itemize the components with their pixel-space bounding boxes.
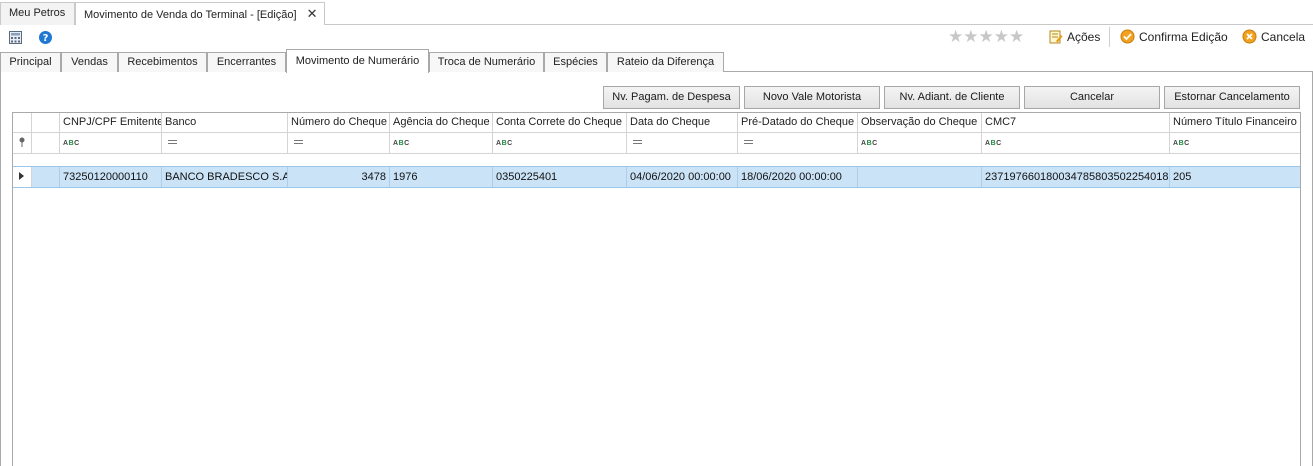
filter-conta[interactable]: ABC: [493, 133, 627, 153]
abc-icon: ABC: [861, 140, 878, 147]
abc-icon: ABC: [1173, 140, 1190, 147]
filter-cnpj[interactable]: ABC: [60, 133, 162, 153]
filter-pin-icon: [13, 133, 32, 153]
calculator-icon[interactable]: [8, 30, 23, 45]
abc-icon: ABC: [63, 140, 80, 147]
equals-icon: [168, 140, 177, 144]
abc-icon: ABC: [985, 140, 1002, 147]
acoes-button[interactable]: Ações: [1048, 29, 1100, 47]
column-header-banco[interactable]: Banco: [162, 113, 288, 132]
acoes-label: Ações: [1067, 30, 1101, 44]
nv-adiant-cliente-button[interactable]: Nv. Adiant. de Cliente: [884, 86, 1020, 109]
filter-spacer: [32, 133, 60, 153]
novo-vale-motorista-button[interactable]: Novo Vale Motorista: [744, 86, 880, 109]
row-spacer-cell: [32, 167, 60, 187]
equals-icon: [633, 140, 642, 144]
tab-movimento-de-numerario[interactable]: Movimento de Numerário: [286, 49, 429, 73]
grid-filter-row: ABC ABC ABC ABC ABC ABC: [13, 133, 1300, 154]
cell-cnpj[interactable]: 73250120000110: [60, 167, 162, 187]
toolbar-separator: [1109, 27, 1110, 47]
abc-icon: ABC: [393, 140, 410, 147]
column-header-cnpj[interactable]: CNPJ/CPF Emitente: [60, 113, 162, 132]
grid-header-row: CNPJ/CPF Emitente Banco Número do Cheque…: [13, 113, 1300, 133]
doc-tab-movimento-venda[interactable]: Movimento de Venda do Terminal - [Edição…: [75, 2, 325, 26]
cancela-button[interactable]: Cancela: [1242, 29, 1305, 47]
tab-especies[interactable]: Espécies: [544, 52, 607, 72]
filter-titulo[interactable]: ABC: [1170, 133, 1300, 153]
equals-icon: [294, 140, 303, 144]
cell-observacao[interactable]: [858, 167, 982, 187]
cancelar-button[interactable]: Cancelar: [1024, 86, 1160, 109]
equals-icon: [744, 140, 753, 144]
close-icon[interactable]: ✕: [307, 3, 318, 24]
help-icon[interactable]: ?: [38, 30, 53, 45]
cell-agencia[interactable]: 1976: [390, 167, 493, 187]
tab-principal[interactable]: Principal: [0, 52, 61, 72]
cell-banco[interactable]: BANCO BRADESCO S.A.: [162, 167, 288, 187]
table-row[interactable]: 73250120000110 BANCO BRADESCO S.A. 3478 …: [13, 166, 1300, 188]
spacer-header: [32, 113, 60, 132]
document-tab-bar: Meu Petros Movimento de Venda do Termina…: [0, 0, 1313, 26]
cheque-grid: CNPJ/CPF Emitente Banco Número do Cheque…: [12, 112, 1301, 466]
doc-tab-label: Meu Petros: [9, 7, 66, 19]
column-header-cmc7[interactable]: CMC7: [982, 113, 1170, 132]
tab-troca-de-numerario[interactable]: Troca de Numerário: [429, 52, 544, 72]
column-header-titulo[interactable]: Número Título Financeiro: [1170, 113, 1300, 132]
tab-rateio-da-diferenca[interactable]: Rateio da Diferença: [607, 52, 724, 72]
tab-encerrantes[interactable]: Encerrantes: [207, 52, 286, 72]
indicator-header: [13, 113, 32, 132]
confirma-edicao-button[interactable]: Confirma Edição: [1120, 29, 1228, 47]
nv-pagam-despesa-button[interactable]: Nv. Pagam. de Despesa: [603, 86, 740, 109]
toolbar: ? ★★★★★ Ações Confirma Edição Cancela: [0, 25, 1313, 50]
column-header-pre-datado[interactable]: Pré-Datado do Cheque: [738, 113, 858, 132]
filter-agencia[interactable]: ABC: [390, 133, 493, 153]
cell-titulo[interactable]: 205: [1170, 167, 1300, 187]
column-header-observacao[interactable]: Observação do Cheque: [858, 113, 982, 132]
tab-recebimentos[interactable]: Recebimentos: [118, 52, 207, 72]
cancel-x-icon: [1242, 29, 1257, 44]
abc-icon: ABC: [496, 140, 513, 147]
cell-cmc7[interactable]: 237197660180034785803502254018: [982, 167, 1170, 187]
cell-numero-cheque[interactable]: 3478: [288, 167, 390, 187]
column-header-numero-cheque[interactable]: Número do Cheque: [288, 113, 390, 132]
section-tab-bar: Principal Vendas Recebimentos Encerrante…: [0, 49, 1313, 73]
column-header-agencia[interactable]: Agência do Cheque: [390, 113, 493, 132]
doc-tab-meu-petros[interactable]: Meu Petros: [0, 2, 75, 25]
cancela-label: Cancela: [1261, 30, 1306, 44]
estornar-cancelamento-button[interactable]: Estornar Cancelamento: [1164, 86, 1300, 109]
column-header-conta[interactable]: Conta Correte do Cheque: [493, 113, 627, 132]
cell-pre-datado[interactable]: 18/06/2020 00:00:00: [738, 167, 858, 187]
filter-pre-datado[interactable]: [738, 133, 858, 153]
doc-tab-label: Movimento de Venda do Terminal - [Edição…: [84, 9, 297, 21]
cell-conta[interactable]: 0350225401: [493, 167, 627, 187]
filter-data[interactable]: [627, 133, 738, 153]
cell-data[interactable]: 04/06/2020 00:00:00: [627, 167, 738, 187]
column-header-data[interactable]: Data do Cheque: [627, 113, 738, 132]
filter-numero-cheque[interactable]: [288, 133, 390, 153]
svg-text:?: ?: [43, 33, 49, 44]
rating-stars[interactable]: ★★★★★: [948, 28, 1024, 46]
edit-note-icon: [1049, 30, 1063, 44]
filter-banco[interactable]: [162, 133, 288, 153]
filter-cmc7[interactable]: ABC: [982, 133, 1170, 153]
confirm-check-icon: [1120, 29, 1135, 44]
filter-observacao[interactable]: ABC: [858, 133, 982, 153]
row-indicator-icon[interactable]: [13, 167, 32, 187]
tab-vendas[interactable]: Vendas: [61, 52, 118, 72]
confirma-label: Confirma Edição: [1139, 30, 1228, 44]
